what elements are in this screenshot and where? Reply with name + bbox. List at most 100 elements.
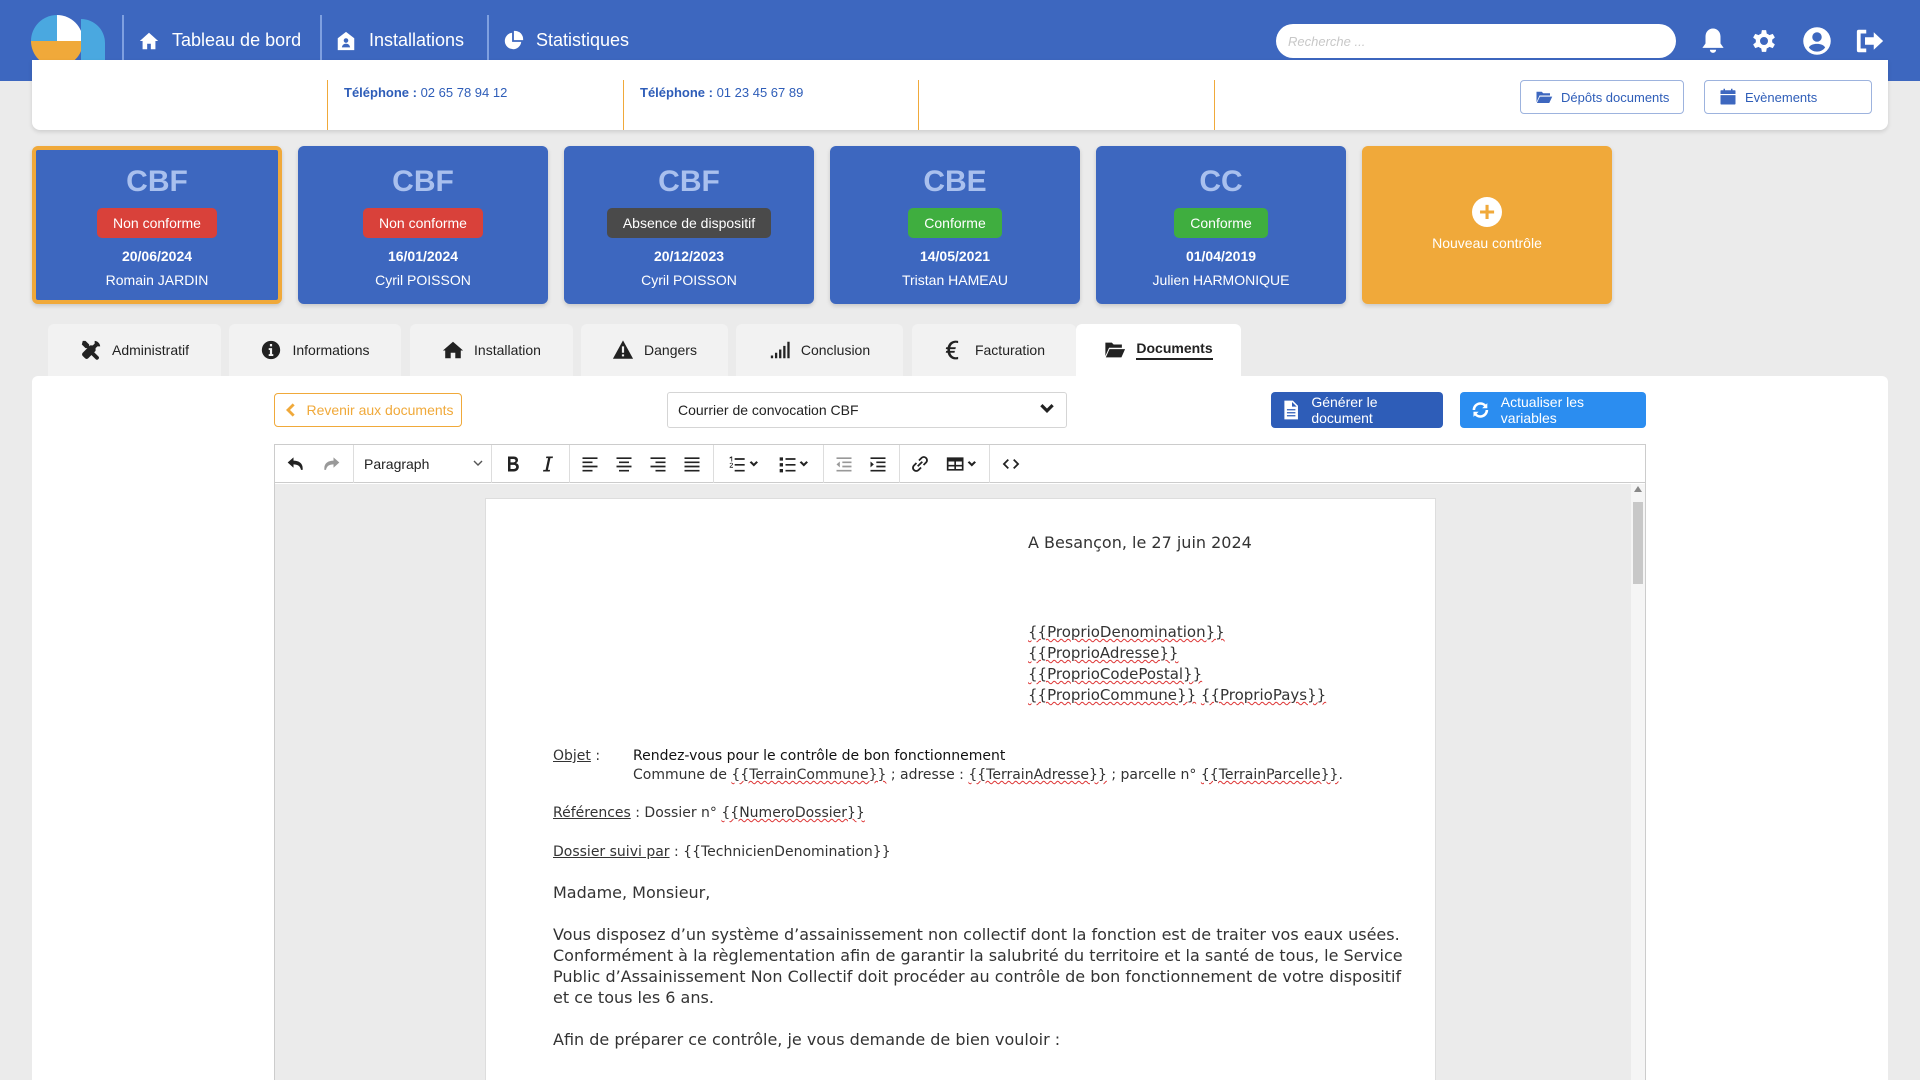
logout-button[interactable] (1853, 24, 1887, 58)
tab-informations[interactable]: Informations (229, 324, 401, 376)
refresh-variables-button[interactable]: Actualiser les variables (1460, 392, 1646, 428)
bullet-list-icon (779, 457, 808, 473)
align-left-icon (582, 457, 598, 472)
tab-administratif[interactable]: Administratif (48, 324, 221, 376)
tab-installation[interactable]: Installation (410, 324, 573, 376)
tab-dangers[interactable]: Dangers (581, 324, 728, 376)
insert-table-button[interactable] (939, 451, 983, 477)
body-line: Conformément à la règlementation afin de… (553, 946, 1403, 965)
insert-link-button[interactable] (907, 451, 933, 477)
house-user-icon (337, 31, 355, 50)
euro-icon (945, 340, 959, 360)
objet-location-line: Commune de {{TerrainCommune}} ; adresse … (633, 767, 1343, 783)
link-icon (912, 456, 928, 472)
salutation: Madame, Monsieur, (553, 883, 711, 902)
chevron-left-icon (286, 403, 296, 417)
status-badge: Conforme (908, 208, 1002, 238)
notifications-button[interactable] (1696, 24, 1730, 58)
source-code-button[interactable] (998, 451, 1024, 477)
control-date: 20/12/2023 (653, 248, 725, 264)
document-page[interactable]: A Besançon, le 27 juin 2024 {{ProprioDen… (485, 498, 1436, 1080)
tab-facturation[interactable]: Facturation (912, 324, 1076, 376)
tab-conclusion[interactable]: Conclusion (736, 324, 903, 376)
control-date: 01/04/2019 (1185, 248, 1257, 264)
column-divider (918, 80, 919, 130)
control-technician: Romain JARDIN (105, 272, 209, 288)
status-badge: Absence de dispositif (606, 208, 772, 238)
toolbar-divider (491, 445, 492, 483)
indent-button[interactable] (865, 451, 891, 477)
align-right-button[interactable] (645, 451, 671, 477)
block-format-select[interactable]: Paragraph (364, 451, 484, 477)
refresh-icon (1472, 402, 1489, 418)
settings-button[interactable] (1747, 24, 1781, 58)
tab-label: Installation (474, 342, 541, 358)
bullet-list-button[interactable] (771, 451, 815, 477)
tab-label: Informations (292, 342, 370, 358)
italic-button[interactable] (535, 451, 561, 477)
control-card[interactable]: CBF Non conforme 16/01/2024 Cyril POISSON (298, 146, 548, 304)
control-technician: Tristan HAMEAU (901, 272, 1009, 288)
control-type: CBE (923, 165, 987, 198)
terrain-adresse-var: {{TerrainAdresse}} (968, 767, 1107, 783)
table-icon (946, 457, 976, 471)
parcelle-prefix: ; parcelle n° (1106, 767, 1201, 783)
toolbar-divider (989, 445, 990, 483)
align-left-button[interactable] (577, 451, 603, 477)
outdent-button[interactable] (831, 451, 857, 477)
button-label: Revenir aux documents (306, 402, 454, 418)
editor-scrollbar[interactable] (1631, 484, 1645, 1080)
new-control-button[interactable]: + Nouveau contrôle (1362, 146, 1612, 304)
control-card[interactable]: CBF Absence de dispositif 20/12/2023 Cyril … (564, 146, 814, 304)
redo-button[interactable] (318, 451, 344, 477)
phone-value: 02 65 78 94 12 (420, 85, 508, 100)
terrain-parcelle-var: {{TerrainParcelle}} (1200, 767, 1339, 783)
align-justify-button[interactable] (679, 451, 705, 477)
search-input[interactable] (1276, 24, 1676, 58)
control-card[interactable]: CBE Conforme 14/05/2021 Tristan HAMEAU (830, 146, 1080, 304)
control-date: 20/06/2024 (121, 248, 193, 264)
align-right-icon (650, 457, 666, 472)
scrollbar-thumb[interactable] (1633, 502, 1643, 584)
control-technician: Julien HARMONIQUE (1152, 272, 1290, 288)
deposits-documents-button[interactable]: Dépôts documents (1520, 80, 1685, 114)
redo-icon (324, 457, 340, 470)
contact-phone: Téléphone : 01 23 45 67 89 (640, 85, 803, 100)
home-icon (139, 32, 159, 49)
generate-document-button[interactable]: Générer le document (1271, 392, 1443, 428)
template-select[interactable]: Courrier de convocation CBF (667, 392, 1067, 428)
toolbar-divider (569, 445, 570, 483)
bold-button[interactable] (500, 451, 526, 477)
back-to-documents-button[interactable]: Revenir aux documents (274, 393, 462, 427)
undo-button[interactable] (283, 451, 309, 477)
phone-value: 01 23 45 67 89 (716, 85, 804, 100)
toolbar-divider (353, 445, 354, 483)
align-center-button[interactable] (611, 451, 637, 477)
tab-documents[interactable]: Documents (1076, 324, 1241, 376)
control-type: CBF (126, 165, 188, 198)
recipient-commune-var: {{ProprioCommune}} (1028, 686, 1197, 704)
logout-icon (1856, 29, 1884, 53)
nav-separator (122, 15, 124, 65)
nav-separator (487, 15, 489, 65)
control-card[interactable]: CC Conforme 01/04/2019 Julien HARMONIQUE (1096, 146, 1346, 304)
owner-phone: Téléphone : 02 65 78 94 12 (344, 85, 507, 100)
profile-button[interactable] (1800, 24, 1834, 58)
phone-label: Téléphone : (640, 85, 713, 100)
chevron-down-icon (1040, 404, 1054, 413)
recipient-country-var: {{ProprioPays}} (1200, 686, 1327, 704)
scroll-up-arrow[interactable] (1634, 486, 1642, 492)
objet-title: Rendez-vous pour le contrôle de bon fonc… (633, 748, 1006, 764)
rich-text-editor: Paragraph A Besançon, le 27 juin 2024 {{… (274, 444, 1646, 1080)
column-divider (1214, 80, 1215, 130)
folder-open-icon (1536, 91, 1553, 103)
control-type: CBF (392, 165, 454, 198)
commune-prefix: Commune de (633, 767, 732, 783)
status-badge: Non conforme (363, 208, 483, 238)
tab-label: Conclusion (800, 342, 871, 358)
numbered-list-button[interactable] (721, 451, 765, 477)
outdent-icon (836, 457, 852, 472)
events-button[interactable]: Evènements (1704, 80, 1872, 114)
control-technician: Cyril POISSON (641, 272, 737, 288)
control-card[interactable]: CBF Non conforme 20/06/2024 Romain JARDIN (32, 146, 282, 304)
